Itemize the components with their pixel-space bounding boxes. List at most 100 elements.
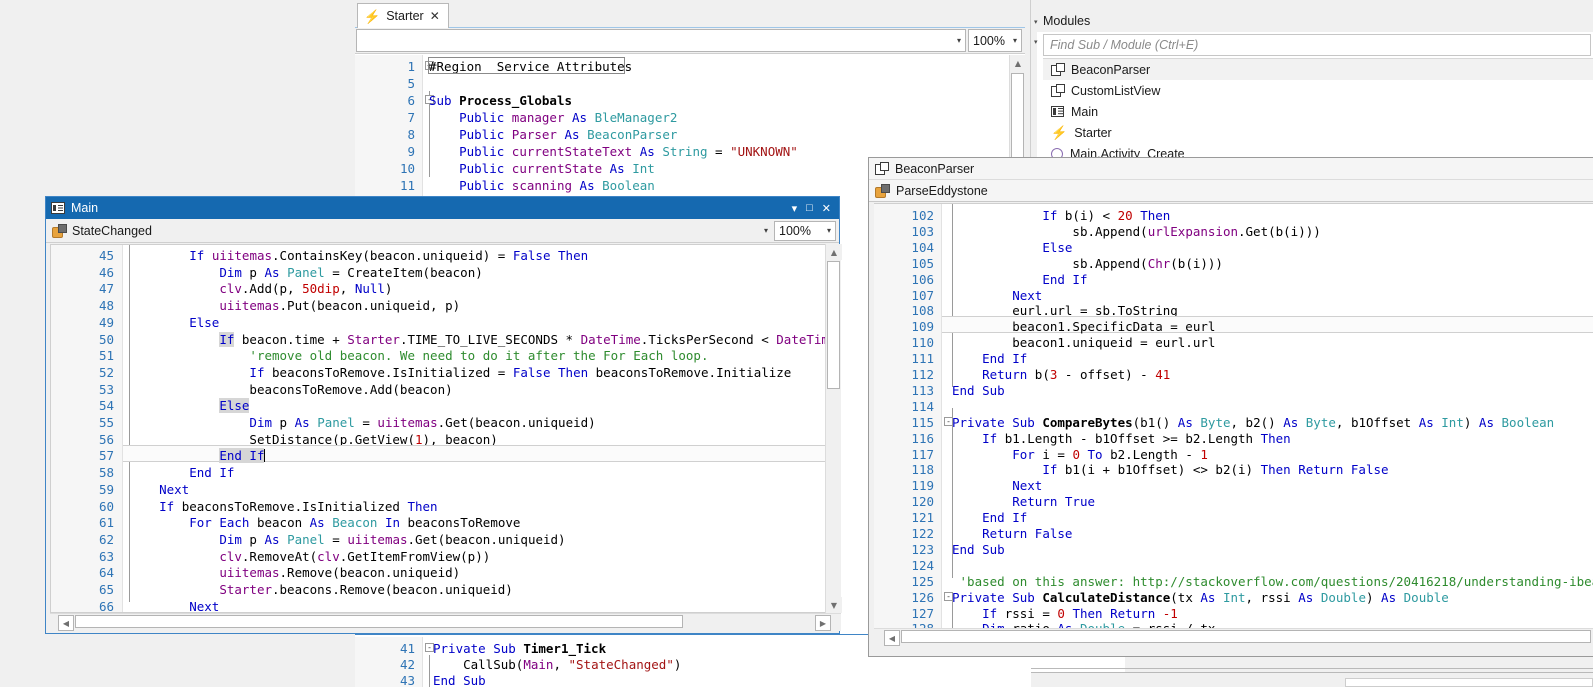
window-close-button[interactable]: ✕ <box>822 202 831 215</box>
main-hscroll-thumb[interactable] <box>75 615 683 628</box>
line-number: 104 <box>911 239 934 256</box>
line-number: 127 <box>911 605 934 622</box>
code-line: Private Sub CalculateDistance(tx As Int,… <box>952 589 1449 606</box>
module-icon <box>1051 84 1064 97</box>
modules-list-item[interactable]: BeaconParser <box>1043 59 1593 80</box>
line-number: 117 <box>911 446 934 463</box>
lightning-bolt-icon: ⚡ <box>364 10 380 23</box>
code-line: Public scanning As Boolean <box>429 177 655 194</box>
line-number: 58 <box>99 464 114 481</box>
starter-toolbar: ▾ 100% ▾ <box>355 28 1025 54</box>
line-number: 55 <box>99 414 114 431</box>
code-line: If rssi = 0 Then Return -1 <box>952 605 1178 622</box>
bp-hscroll-thumb[interactable] <box>901 630 1591 643</box>
chevron-down-icon[interactable]: ▾ <box>951 36 961 45</box>
modules-list[interactable]: BeaconParserCustomListViewMain⚡StarterMa… <box>1043 58 1593 158</box>
code-line: End If <box>952 509 1027 526</box>
starter-zoom-value: 100% <box>973 34 1005 48</box>
window-dropdown-button[interactable]: ▾ <box>792 202 798 215</box>
modules-list-item[interactable]: ⚡Starter <box>1043 122 1593 143</box>
sub-icon <box>875 184 889 197</box>
chevron-down-icon-panel[interactable]: ▾ <box>1034 18 1038 26</box>
modules-title: Modules <box>1043 14 1090 28</box>
scroll-down-icon[interactable]: ▼ <box>826 597 842 613</box>
beaconparser-sub-selector-value[interactable]: ParseEddystone <box>896 184 988 198</box>
line-number: 125 <box>911 573 934 590</box>
line-number: 113 <box>911 382 934 399</box>
code-line: If beaconsToRemove.IsInitialized = False… <box>129 364 791 381</box>
chevron-down-icon[interactable]: ▾ <box>764 226 774 235</box>
code-line: Return True <box>952 493 1095 510</box>
scroll-right-icon[interactable]: ▶ <box>815 615 831 631</box>
code-line: beaconsToRemove.Add(beacon) <box>129 381 453 398</box>
line-number: 48 <box>99 297 114 314</box>
line-number: 114 <box>911 398 934 415</box>
code-line: End Sub <box>952 382 1005 399</box>
modules-list-item-label: BeaconParser <box>1071 63 1150 77</box>
modules-find-input[interactable]: Find Sub / Module (Ctrl+E) <box>1043 34 1591 56</box>
bottom-indent-guide <box>429 655 430 687</box>
code-line: End If <box>952 271 1087 288</box>
main-scroll-thumb[interactable] <box>827 261 840 389</box>
modules-list-item-label: Starter <box>1074 126 1112 140</box>
code-line: clv.RemoveAt(clv.GetItemFromView(p)) <box>129 548 490 565</box>
code-line: CallSub(Main, "StateChanged") <box>433 656 681 673</box>
beaconparser-code-editor[interactable]: 102 If b(i) < 20 Then103 sb.Append(urlEx… <box>874 203 1593 628</box>
code-line: For i = 0 To b2.Length - 1 <box>952 446 1208 463</box>
starter-sub-selector[interactable]: ▾ <box>356 29 966 52</box>
line-number: 118 <box>911 461 934 478</box>
main-horizontal-scrollbar[interactable]: ◀ ▶ <box>50 613 841 631</box>
application-root: ▾ ▾ ⚡ Starter ✕ ▾ 100% ▾ 1+#Region Se <box>0 0 1593 687</box>
line-number: 102 <box>911 207 934 224</box>
starter-tab-strip: ⚡ Starter ✕ <box>355 0 1025 28</box>
code-line: If uiitemas.ContainsKey(beacon.uniqueid)… <box>129 247 588 264</box>
line-number: 128 <box>911 620 934 628</box>
beaconparser-code-window[interactable]: BeaconParser ParseEddystone 102 If b(i) … <box>868 157 1593 657</box>
line-number: 122 <box>911 525 934 542</box>
scroll-left-icon[interactable]: ◀ <box>58 615 74 631</box>
modules-list-item[interactable]: CustomListView <box>1043 80 1593 101</box>
scroll-left-icon[interactable]: ◀ <box>884 630 900 646</box>
main-vertical-scrollbar[interactable]: ▲ ▼ <box>825 244 841 613</box>
code-line: uiitemas.Remove(beacon.uniqueid) <box>129 564 460 581</box>
line-number: 49 <box>99 314 114 331</box>
close-icon[interactable]: ✕ <box>430 9 440 23</box>
line-number: 108 <box>911 302 934 319</box>
line-number: 9 <box>407 143 415 160</box>
line-number: 62 <box>99 531 114 548</box>
scroll-up-icon[interactable]: ▲ <box>1010 55 1026 71</box>
main-code-window[interactable]: Main ▾ □ ✕ StateChanged ▾ 100% ▾ 45 If u… <box>45 196 840 634</box>
line-number: 8 <box>407 126 415 143</box>
code-line: Return b(3 - offset) - 41 <box>952 366 1170 383</box>
code-line: End If <box>129 447 265 464</box>
beaconparser-titlebar[interactable]: BeaconParser <box>869 158 1593 180</box>
line-number: 121 <box>911 509 934 526</box>
line-number: 11 <box>400 177 415 194</box>
chevron-down-icon[interactable]: ▾ <box>821 226 831 235</box>
activity-icon <box>1051 106 1064 117</box>
tab-starter[interactable]: ⚡ Starter ✕ <box>357 3 449 28</box>
code-line: Next <box>952 287 1042 304</box>
main-sub-selector[interactable]: StateChanged ▾ <box>72 224 774 238</box>
code-line: Dim ratio As Double = rssi / tx <box>952 620 1215 628</box>
modules-list-item-label: CustomListView <box>1071 84 1160 98</box>
code-line: Public currentState As Int <box>429 160 655 177</box>
code-line: Sub Process_Globals <box>429 92 572 109</box>
code-line: Dim p As Panel = uiitemas.Get(beacon.uni… <box>129 414 596 431</box>
activity-icon <box>51 202 65 214</box>
chevron-down-icon[interactable]: ▾ <box>1007 36 1017 45</box>
main-window-title: Main <box>71 201 98 215</box>
line-number: 105 <box>911 255 934 272</box>
code-line: End Sub <box>433 672 486 687</box>
chevron-down-icon-panel-2[interactable]: ▾ <box>1034 38 1038 46</box>
modules-list-item[interactable]: Main <box>1043 101 1593 122</box>
scroll-up-icon[interactable]: ▲ <box>826 244 842 260</box>
starter-zoom-selector[interactable]: 100% ▾ <box>968 29 1022 52</box>
main-window-titlebar[interactable]: Main ▾ □ ✕ <box>46 197 839 219</box>
window-maximize-button[interactable]: □ <box>806 202 813 214</box>
main-zoom-selector[interactable]: 100% ▾ <box>774 221 836 241</box>
beaconparser-horizontal-scrollbar[interactable]: ◀ <box>874 628 1593 646</box>
code-line: If beaconsToRemove.IsInitialized Then <box>129 498 438 515</box>
line-number: 56 <box>99 431 114 448</box>
main-code-editor[interactable]: 45 If uiitemas.ContainsKey(beacon.unique… <box>50 244 825 613</box>
